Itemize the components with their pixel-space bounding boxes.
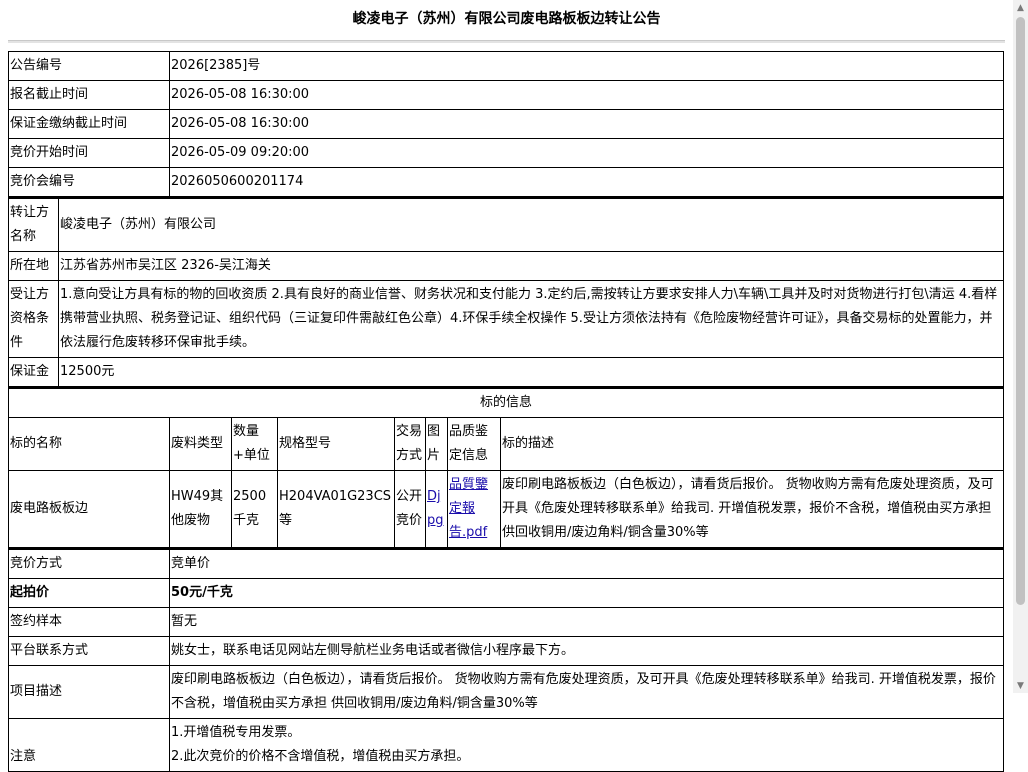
row-value: 2026-05-09 09:20:00 (169, 138, 1004, 168)
location-value: 江苏省苏州市吴江区 2326-吴江海关 (58, 251, 1004, 281)
subject-spec: H204VA01G23CS等 (277, 470, 395, 548)
row-value: 2026-05-08 16:30:00 (169, 109, 1004, 139)
conditions-value: 1.意向受让方具有标的物的回收资质 2.具有良好的商业信誉、财务状况和支付能力 … (58, 280, 1004, 358)
conditions-label: 受让方资格条件 (8, 280, 59, 358)
arrow-up-icon[interactable]: ▲ (1013, 0, 1028, 15)
subject-name: 废电路板板边 (8, 470, 170, 548)
table-header-row: 标的名称 废料类型 数量+单位 规格型号 交易方式 图片 品质鉴定信息 标的描述 (8, 417, 1004, 471)
title-divider (8, 40, 1005, 43)
table-row: 保证金缴纳截止时间 2026-05-08 16:30:00 (8, 109, 1004, 139)
row-label: 报名截止时间 (8, 80, 170, 110)
bid-mode-value: 竞单价 (169, 548, 1004, 579)
notes-value: 1.开增值税专用发票。 2.此次竞价的价格不含增值税，增值税由买方承担。 (169, 718, 1004, 772)
row-label: 竞价会编号 (8, 167, 170, 197)
row-value: 2026[2385]号 (169, 51, 1004, 81)
column-header: 标的描述 (500, 417, 1004, 471)
row-label: 保证金缴纳截止时间 (8, 109, 170, 139)
table-row: 项目描述 废印刷电路板板边（白色板边），请看货后报价。 货物收购方需有危废处理资… (8, 665, 1004, 719)
column-header: 品质鉴定信息 (447, 417, 501, 471)
table-row: 转让方名称 峻凌电子（苏州）有限公司 (8, 197, 1004, 252)
contact-value: 姚女士，联系电话见网站左侧导航栏业务电话或者微信小程序最下方。 (169, 636, 1004, 666)
column-header: 交易方式 (394, 417, 426, 471)
table-row: 起拍价 50元/千克 (8, 578, 1004, 608)
table-row: 竞价方式 竞单价 (8, 548, 1004, 579)
location-label: 所在地 (8, 251, 59, 281)
column-header: 数量+单位 (231, 417, 278, 471)
arrow-down-icon[interactable]: ▼ (1013, 678, 1028, 693)
announcement-page: 峻凌电子（苏州）有限公司废电路板板边转让公告 公告编号 2026[2385]号 … (8, 0, 1005, 772)
column-header: 规格型号 (277, 417, 395, 471)
page-title: 峻凌电子（苏州）有限公司废电路板板边转让公告 (352, 11, 661, 27)
notes-label: 注意 (8, 718, 170, 772)
table-row: 注意 1.开增值税专用发票。 2.此次竞价的价格不含增值税，增值税由买方承担。 (8, 718, 1004, 772)
bidding-table: 竞价方式 竞单价 起拍价 50元/千克 签约样本 暂无 平台联系方式 姚女士，联… (8, 548, 1004, 772)
table-row: 受让方资格条件 1.意向受让方具有标的物的回收资质 2.具有良好的商业信誉、财务… (8, 280, 1004, 358)
table-row: 公告编号 2026[2385]号 (8, 51, 1004, 81)
table-row: 报名截止时间 2026-05-08 16:30:00 (8, 80, 1004, 110)
scrollbar-thumb[interactable] (1016, 17, 1025, 605)
subject-table: 标的信息 标的名称 废料类型 数量+单位 规格型号 交易方式 图片 品质鉴定信息… (8, 387, 1004, 548)
subject-quantity: 2500千克 (231, 470, 278, 548)
basic-info-table: 公告编号 2026[2385]号 报名截止时间 2026-05-08 16:30… (8, 51, 1004, 197)
start-price-label: 起拍价 (8, 578, 170, 608)
image-cell: Djpg (425, 470, 448, 548)
bid-mode-label: 竞价方式 (8, 548, 170, 579)
contract-sample-value: 暂无 (169, 607, 1004, 637)
project-desc-label: 项目描述 (8, 665, 170, 719)
subject-type: HW49其他废物 (169, 470, 232, 548)
transferor-name-value: 峻凌电子（苏州）有限公司 (58, 197, 1004, 252)
quality-cell: 品質鑒定報告.pdf (447, 470, 501, 548)
table-row: 竞价会编号 2026050600201174 (8, 167, 1004, 197)
row-label: 公告编号 (8, 51, 170, 81)
deposit-label: 保证金 (8, 357, 59, 387)
image-link[interactable]: Djpg (427, 489, 444, 528)
quality-report-link[interactable]: 品質鑒定報告.pdf (449, 477, 488, 540)
table-row: 标的信息 (8, 387, 1004, 418)
project-desc-value: 废印刷电路板板边（白色板边），请看货后报价。 货物收购方需有危废处理资质，及可开… (169, 665, 1004, 719)
table-row: 竞价开始时间 2026-05-09 09:20:00 (8, 138, 1004, 168)
column-header: 标的名称 (8, 417, 170, 471)
column-header: 图片 (425, 417, 448, 471)
row-value: 2026050600201174 (169, 167, 1004, 197)
trade-mode: 公开竞价 (394, 470, 426, 548)
contact-label: 平台联系方式 (8, 636, 170, 666)
row-value: 2026-05-08 16:30:00 (169, 80, 1004, 110)
vertical-scrollbar[interactable]: ▲ ▼ (1013, 0, 1028, 693)
table-row: 废电路板板边 HW49其他废物 2500千克 H204VA01G23CS等 公开… (8, 470, 1004, 548)
table-row: 所在地 江苏省苏州市吴江区 2326-吴江海关 (8, 251, 1004, 281)
note-line: 1.开增值税专用发票。 (171, 725, 301, 740)
section-header: 标的信息 (8, 387, 1004, 418)
note-line: 2.此次竞价的价格不含增值税，增值税由买方承担。 (171, 749, 470, 764)
table-row: 签约样本 暂无 (8, 607, 1004, 637)
contract-sample-label: 签约样本 (8, 607, 170, 637)
subject-description: 废印刷电路板板边（白色板边），请看货后报价。 货物收购方需有危废处理资质，及可开… (500, 470, 1004, 548)
start-price-value: 50元/千克 (169, 578, 1004, 608)
table-row: 保证金 12500元 (8, 357, 1004, 387)
transferor-name-label: 转让方名称 (8, 197, 59, 252)
deposit-value: 12500元 (58, 357, 1004, 387)
table-row: 平台联系方式 姚女士，联系电话见网站左侧导航栏业务电话或者微信小程序最下方。 (8, 636, 1004, 666)
column-header: 废料类型 (169, 417, 232, 471)
transferor-table: 转让方名称 峻凌电子（苏州）有限公司 所在地 江苏省苏州市吴江区 2326-吴江… (8, 197, 1004, 387)
row-label: 竞价开始时间 (8, 138, 170, 168)
